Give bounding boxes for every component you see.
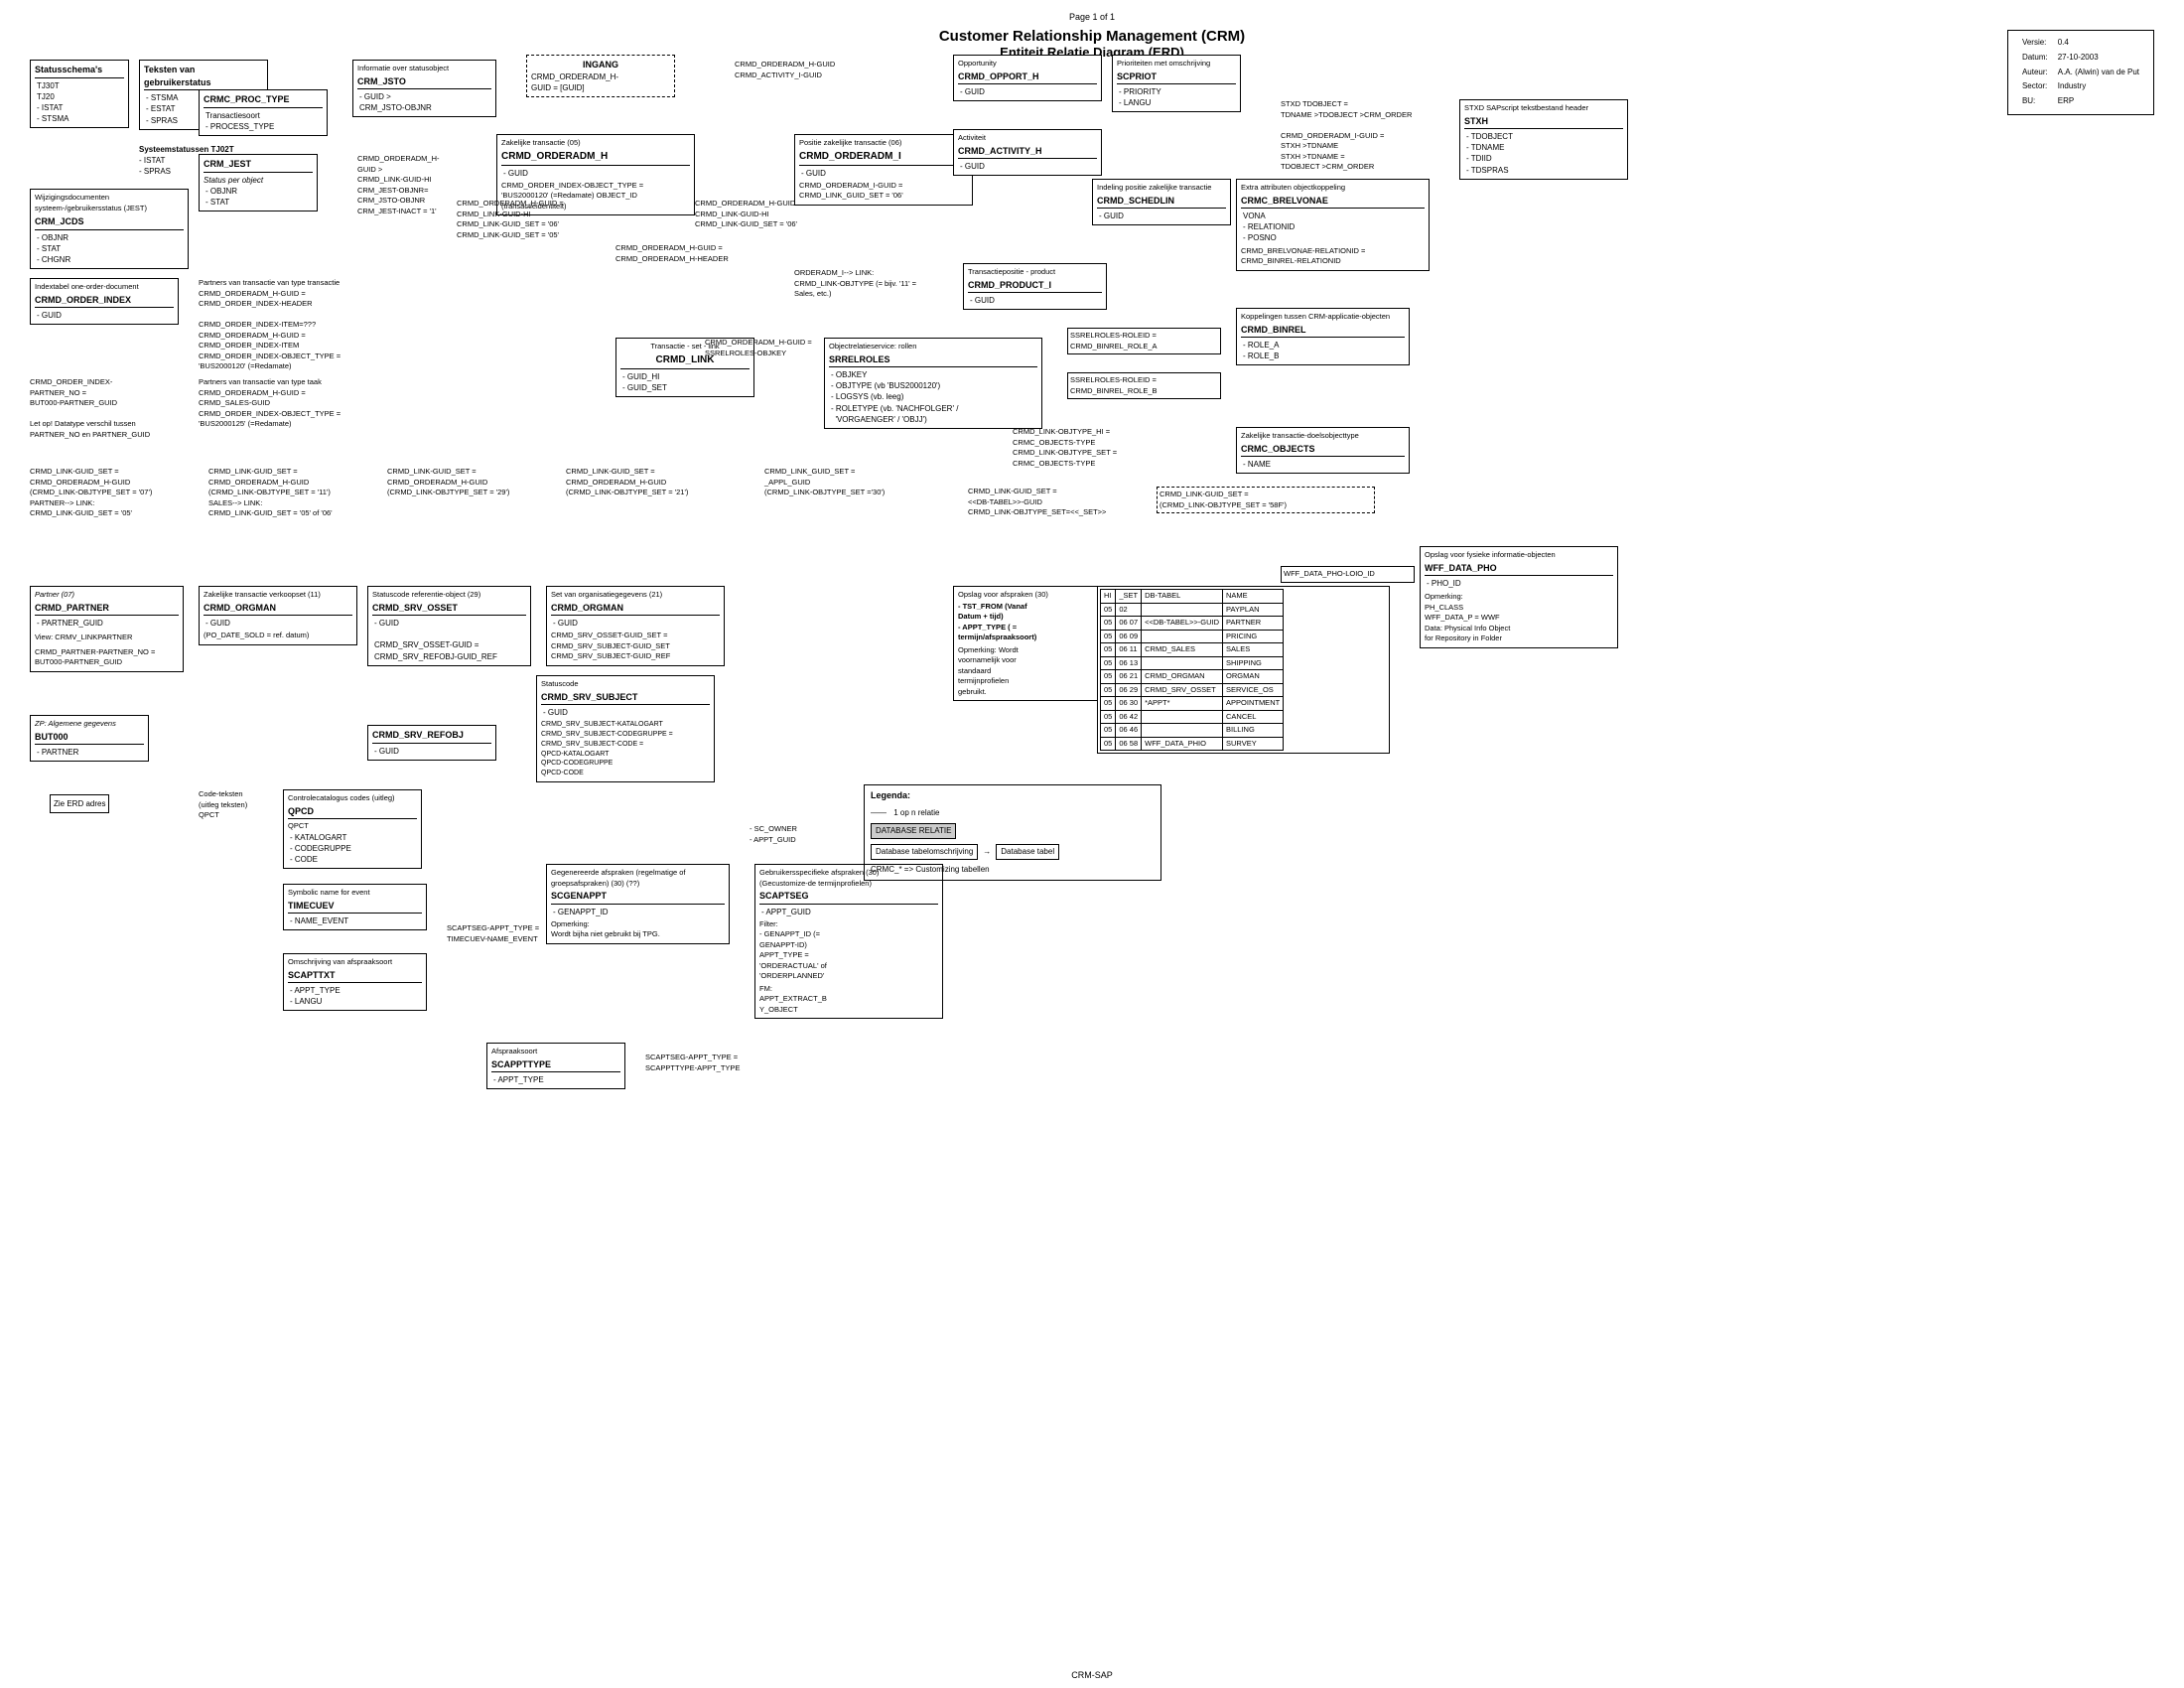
info-orderadm-h-to-link: CRMD_ORDERADM_H-GUID = CRMD_ORDERADM_H-H… bbox=[615, 243, 794, 264]
title-line1: Customer Relationship Management (CRM) bbox=[939, 28, 1245, 45]
info-wff-loio: WFF_DATA_PHO-LOIO_ID bbox=[1281, 566, 1415, 583]
entity-scappttype: Afspraaksoort SCAPPTTYPE - APPT_TYPE bbox=[486, 1043, 625, 1089]
ingang-box: INGANG CRMD_ORDERADM_H- GUID = [GUID] bbox=[526, 55, 675, 97]
info-zie-erd: Zie ERD adres bbox=[50, 794, 109, 813]
entity-crmc-objects: Zakelijke transactie-doelsobjecttype CRM… bbox=[1236, 427, 1410, 474]
info-ssrelroles-role-b: SSRELROLES-ROLEID = CRMD_BINREL_ROLE_B bbox=[1067, 372, 1221, 399]
info-crmd-link-set-4: CRMD_LINK-GUID_SET = CRMD_ORDERADM_H-GUI… bbox=[566, 467, 764, 498]
version-box: Versie: 0.4 Datum: 27-10-2003 Auteur: A.… bbox=[2007, 30, 2154, 115]
info-link-guid-set-set: CRMD_LINK-GUID_SET = <<DB-TABEL>>-GUID C… bbox=[968, 487, 1186, 518]
info-orderadm-srrel: CRMD_ORDERADM_H-GUID = SSRELROLES-OBJKEY bbox=[705, 338, 824, 358]
sector-val: Industry bbox=[2054, 80, 2143, 93]
versie-val: 0.4 bbox=[2054, 37, 2143, 50]
entity-zakelijke-transactie-vk: Zakelijke transactie verkoopset (11) CRM… bbox=[199, 586, 357, 645]
info-crmd-link-set-1: CRMD_LINK-GUID_SET = CRMD_ORDERADM_H-GUI… bbox=[30, 467, 208, 519]
entity-crmd-order-index: Indextabel one-order-document CRMD_ORDER… bbox=[30, 278, 179, 325]
entity-srrelroles: Objectrelatieservice: rollen SRRELROLES … bbox=[824, 338, 1042, 429]
auteur-val: A.A. (Alwin) van de Put bbox=[2054, 67, 2143, 79]
legend-db-relation: DATABASE RELATIE bbox=[871, 823, 956, 839]
entity-crmd-partner: Partner (07) CRMD_PARTNER - PARTNER_GUID… bbox=[30, 586, 184, 672]
info-partners-transactie-2: Partners van transactie van type taak CR… bbox=[199, 377, 397, 430]
entity-but000: ZP: Algemene gegevens BUT000 - PARTNER bbox=[30, 715, 149, 762]
legend-db-desc: Database tabelomschrijving bbox=[871, 844, 978, 860]
datum-val: 27-10-2003 bbox=[2054, 52, 2143, 65]
entity-crm-jsto: Informatie over statusobject CRM_JSTO - … bbox=[352, 60, 496, 117]
info-crmd-link-set-3: CRMD_LINK-GUID_SET = CRMD_ORDERADM_H-GUI… bbox=[387, 467, 566, 498]
entity-crmd-orderadm-i: Positie zakelijke transactie (06) CRMD_O… bbox=[794, 134, 973, 206]
bu-label: BU: bbox=[2018, 95, 2052, 108]
entity-scapttxt: Omschrijving van afspraaksoort SCAPTTXT … bbox=[283, 953, 427, 1011]
info-link-objtype-hi: CRMD_LINK-OBJTYPE_HI = CRMC_OBJECTS-TYPE… bbox=[1013, 427, 1231, 469]
entity-crmc-brelvonae: Extra attributen objectkoppeling CRMC_BR… bbox=[1236, 179, 1430, 271]
info-orderadm-i-link: ORDERADM_I--> LINK: CRMD_LINK-OBJTYPE (=… bbox=[794, 268, 973, 300]
info-partners-transactie-1: Partners van transactie van type transac… bbox=[199, 278, 397, 372]
entity-crmc-proc-type: CRMC_PROC_TYPE Transactiesoort - PROCESS… bbox=[199, 89, 328, 136]
info-crmd-link-set-5: CRMD_LINK_GUID_SET = _APPL_GUID (CRMD_LI… bbox=[764, 467, 963, 498]
entity-crmd-product-i: Transactiepositie - product CRMD_PRODUCT… bbox=[963, 263, 1107, 310]
entity-wff-table: HI _SET DB-TABEL NAME 0502PAYPLAN 0506 0… bbox=[1097, 586, 1390, 754]
entity-crmd-binrel: Koppelingen tussen CRM-applicatie-object… bbox=[1236, 308, 1410, 365]
entity-crmc-schedlin: Indeling positie zakelijke transactie CR… bbox=[1092, 179, 1231, 225]
entity-crmd-srv-refobj: CRMD_SRV_REFOBJ - GUID bbox=[367, 725, 496, 761]
versie-label: Versie: bbox=[2018, 37, 2052, 50]
entity-prioriteiten: Prioriteiten met omschrijving SCPRIOT - … bbox=[1112, 55, 1241, 112]
info-crmd-order-index-note: CRMD_ORDER_INDEX- PARTNER_NO = BUT000-PA… bbox=[30, 377, 189, 440]
entity-org-set: Set van organisatiegegevens (21) CRMD_OR… bbox=[546, 586, 725, 666]
info-crmd-link-set-2: CRMD_LINK-GUID_SET = CRMD_ORDERADM_H-GUI… bbox=[208, 467, 387, 519]
entity-stxh: STXD SAPscript tekstbestand header STXH … bbox=[1459, 99, 1628, 180]
info-code-teksten: Code-teksten(uitleg teksten)QPCT bbox=[199, 789, 247, 821]
info-stxh-conn: STXD TDOBJECT = TDNAME >TDOBJECT >CRM_OR… bbox=[1281, 99, 1454, 173]
entity-scaptseg: Gebruikersspecifieke afspraken (30)(Gecu… bbox=[754, 864, 943, 1019]
legend-box: Legenda: —— 1 op n relatie DATABASE RELA… bbox=[864, 784, 1161, 881]
info-scaptseg-timecuev: SCAPTSEG-APPT_TYPE = TIMECUEV-NAME_EVENT bbox=[447, 923, 645, 944]
entity-crm-jest: CRM_JEST Status per object - OBJNR - STA… bbox=[199, 154, 318, 211]
info-link-58f: CRMD_LINK-GUID_SET = (CRMD_LINK-OBJTYPE_… bbox=[1157, 487, 1375, 513]
page-number: Page 1 of 1 bbox=[1065, 8, 1119, 26]
entity-crmd-activity-h: Activiteit CRMD_ACTIVITY_H - GUID bbox=[953, 129, 1102, 176]
entity-statuscode-ref: Statuscode referentie-object (29) CRMD_S… bbox=[367, 586, 531, 666]
info-link-hi: CRMD_ORDERADM_H-GUID = CRMD_LINK-GUID-HI… bbox=[457, 199, 615, 240]
entity-crmd-opport-h: Opportunity CRMD_OPPORT_H - GUID bbox=[953, 55, 1102, 101]
legend-db-tabel: Database tabel bbox=[996, 844, 1059, 860]
info-activity-link: CRMD_ORDERADM_H-GUID CRMD_ACTIVITY_I-GUI… bbox=[735, 60, 933, 80]
footer: CRM-SAP bbox=[1071, 1670, 1113, 1680]
datum-label: Datum: bbox=[2018, 52, 2052, 65]
entity-wff-data-pho: Opslag voor fysieke informatie-objecten … bbox=[1420, 546, 1618, 648]
entity-crm-jcds: Wijzigingsdocumenten systeem-/gebruikers… bbox=[30, 189, 189, 269]
auteur-label: Auteur: bbox=[2018, 67, 2052, 79]
page: Page 1 of 1 Customer Relationship Manage… bbox=[0, 0, 2184, 1688]
legend-relation-line: —— bbox=[871, 808, 887, 817]
info-scaptseg-scappttype: SCAPTSEG-APPT_TYPE = SCAPPTTYPE-APPT_TYP… bbox=[645, 1053, 844, 1073]
sector-label: Sector: bbox=[2018, 80, 2052, 93]
entity-statusschemas: Statusschema's TJ30T TJ20 - ISTAT - STSM… bbox=[30, 60, 129, 128]
info-ssrelroles-role-a: SSRELROLES-ROLEID = CRMD_BINREL_ROLE_A bbox=[1067, 328, 1221, 354]
entity-crmd-srv-subject: Statuscode CRMD_SRV_SUBJECT - GUID CRMD_… bbox=[536, 675, 715, 782]
entity-timecuev: Symbolic name for event TIMECUEV - NAME_… bbox=[283, 884, 427, 930]
entity-qpcd: Controlecatalogus codes (uitleg) QPCD QP… bbox=[283, 789, 422, 869]
wff-data-table: HI _SET DB-TABEL NAME 0502PAYPLAN 0506 0… bbox=[1100, 589, 1284, 751]
bu-val: ERP bbox=[2054, 95, 2143, 108]
